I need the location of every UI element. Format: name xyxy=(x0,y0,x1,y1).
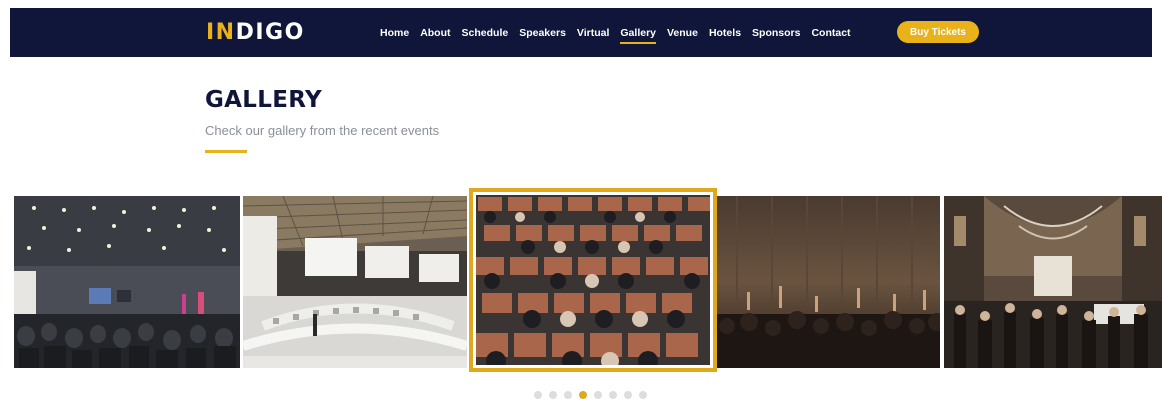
section-subtitle: Check our gallery from the recent events xyxy=(205,123,440,138)
carousel-pagination xyxy=(534,391,654,399)
pagination-dot-active[interactable] xyxy=(579,391,587,399)
main-nav: Home About Schedule Speakers Virtual Gal… xyxy=(380,8,862,57)
pagination-dot[interactable] xyxy=(594,391,602,399)
nav-speakers[interactable]: Speakers xyxy=(519,27,566,39)
pagination-dot[interactable] xyxy=(624,391,632,399)
site-logo[interactable]: INDIGO xyxy=(206,20,305,45)
pagination-dot[interactable] xyxy=(564,391,572,399)
buy-tickets-button[interactable]: Buy Tickets xyxy=(897,21,979,43)
conference-hall-photo[interactable] xyxy=(14,196,240,368)
pagination-dot[interactable] xyxy=(639,391,647,399)
audience-seats-photo[interactable] xyxy=(469,188,717,372)
auditorium-screens-photo[interactable] xyxy=(243,196,467,368)
nav-home[interactable]: Home xyxy=(380,27,409,39)
gallery-carousel xyxy=(0,188,1162,372)
concert-crowd-photo[interactable] xyxy=(717,196,940,368)
nav-sponsors[interactable]: Sponsors xyxy=(752,27,800,39)
title-underline xyxy=(205,150,247,153)
logo-accent-text: IN xyxy=(206,20,236,45)
section-title: GALLERY xyxy=(205,87,322,113)
pagination-dot[interactable] xyxy=(549,391,557,399)
exhibition-hall-photo[interactable] xyxy=(944,196,1162,368)
nav-hotels[interactable]: Hotels xyxy=(709,27,741,39)
pagination-dot[interactable] xyxy=(534,391,542,399)
site-header: INDIGO Home About Schedule Speakers Virt… xyxy=(10,8,1152,57)
pagination-dot[interactable] xyxy=(609,391,617,399)
nav-virtual[interactable]: Virtual xyxy=(577,27,609,39)
nav-gallery[interactable]: Gallery xyxy=(620,27,656,44)
nav-venue[interactable]: Venue xyxy=(667,27,698,39)
nav-schedule[interactable]: Schedule xyxy=(462,27,509,39)
nav-about[interactable]: About xyxy=(420,27,450,39)
logo-main-text: DIGO xyxy=(235,20,305,45)
nav-contact[interactable]: Contact xyxy=(811,27,850,39)
